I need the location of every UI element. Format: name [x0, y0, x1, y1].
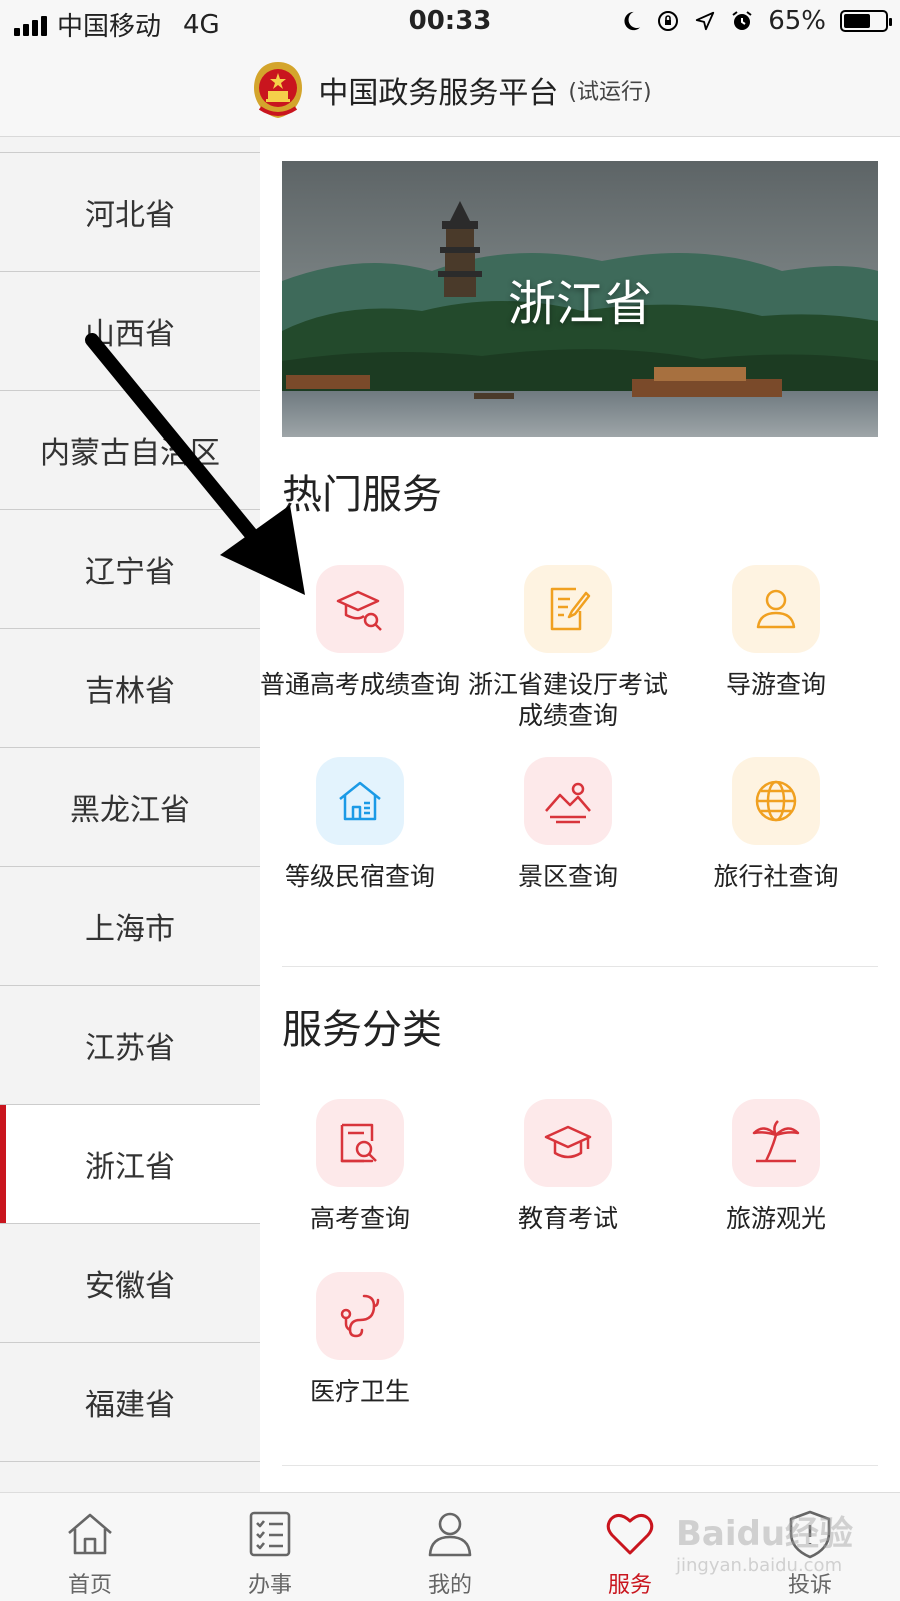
service-label: 旅行社查询 [713, 862, 839, 891]
tab-label: 服务 [607, 1573, 652, 1598]
sidebar-item-heilongjiang[interactable]: 黑龙江省 [0, 748, 260, 867]
watermark-url: jingyan.baidu.com [676, 1555, 843, 1576]
service-label: 等级民宿查询 [284, 862, 435, 891]
province-sidebar: 河北省 山西省 内蒙古自治区 辽宁省 吉林省 黑龙江省 上海市 江苏省 浙江省 … [0, 137, 260, 1492]
category-gaokao[interactable]: 高考查询 [260, 1099, 460, 1234]
alarm-icon [732, 11, 752, 30]
location-icon [696, 11, 715, 31]
baidu-watermark: Baidu经验 jingyan.baidu.com [676, 1506, 853, 1576]
tab-label: 我的 [427, 1573, 472, 1598]
category-label: 高考查询 [309, 1204, 410, 1233]
hot-services-title: 热门服务 [282, 472, 442, 518]
sidebar-item-jilin[interactable]: 吉林省 [0, 629, 260, 748]
sidebar-item-label: 内蒙古自治区 [40, 436, 220, 471]
stethoscope-icon [316, 1272, 404, 1360]
battery-icon [840, 10, 892, 32]
service-scenic-area[interactable]: 景区查询 [468, 757, 668, 892]
sidebar-item-label: 辽宁省 [85, 555, 175, 590]
service-label: 导游查询 [725, 670, 826, 699]
sidebar-item-anhui[interactable]: 安徽省 [0, 1224, 260, 1343]
graduation-cap-icon [524, 1099, 612, 1187]
graduation-search-icon [316, 565, 404, 653]
home-icon [68, 1513, 112, 1555]
national-emblem-icon [254, 62, 303, 118]
sidebar-item-shanxi[interactable]: 山西省 [0, 272, 260, 391]
service-travel-agency[interactable]: 旅行社查询 [676, 757, 876, 892]
service-tour-guide[interactable]: 导游查询 [676, 565, 876, 700]
section-divider [282, 1465, 878, 1466]
tab-home[interactable]: 首页 [0, 1493, 180, 1601]
sidebar-item-hebei[interactable]: 河北省 [0, 153, 260, 272]
service-label: 浙江省建设厅考试成绩查询 [468, 670, 669, 730]
main-content: 浙江省 热门服务 普通高考成绩查询 浙江省建设厅考试成绩查询 导游查询 等级民宿… [260, 137, 900, 1492]
sidebar-item-label: 河北省 [85, 198, 175, 233]
service-label: 普通高考成绩查询 [260, 670, 461, 699]
heart-icon [606, 1514, 654, 1555]
sidebar-item-label: 江苏省 [85, 1031, 175, 1066]
mountain-icon [524, 757, 612, 845]
tab-label: 办事 [247, 1573, 292, 1598]
sidebar-item-jiangsu[interactable]: 江苏省 [0, 986, 260, 1105]
sidebar-item-label: 上海市 [85, 912, 175, 947]
sidebar-item-label: 吉林省 [85, 674, 175, 709]
status-bar: 中国移动 4G 00:33 65% [0, 0, 900, 44]
watermark-text: Baidu经验 [676, 1514, 854, 1554]
edit-document-icon [524, 565, 612, 653]
user-icon [428, 1512, 472, 1557]
tab-mine[interactable]: 我的 [360, 1493, 540, 1601]
rotation-lock-icon [658, 11, 679, 31]
category-label: 医疗卫生 [309, 1377, 410, 1406]
sidebar-item-label: 黑龙江省 [70, 793, 190, 828]
app-subtitle: (试运行) [568, 80, 652, 105]
tab-label: 首页 [67, 1573, 112, 1598]
service-gaokao-score[interactable]: 普通高考成绩查询 [260, 565, 460, 700]
globe-icon [732, 757, 820, 845]
category-medical[interactable]: 医疗卫生 [260, 1272, 460, 1407]
checklist-icon [249, 1511, 291, 1557]
app-title: 中国政务服务平台 [318, 76, 559, 111]
sidebar-item-inner-mongolia[interactable]: 内蒙古自治区 [0, 391, 260, 510]
sidebar-item-fujian[interactable]: 福建省 [0, 1343, 260, 1462]
sidebar-item-label: 山西省 [85, 317, 175, 352]
sidebar-item-label: 安徽省 [85, 1269, 175, 1304]
category-tourism[interactable]: 旅游观光 [676, 1099, 876, 1234]
tab-affairs[interactable]: 办事 [180, 1493, 360, 1601]
house-icon [316, 757, 404, 845]
service-construction-exam-score[interactable]: 浙江省建设厅考试成绩查询 [468, 565, 668, 731]
categories-title: 服务分类 [282, 1007, 442, 1053]
banner-title: 浙江省 [507, 276, 652, 332]
palm-tree-icon [732, 1099, 820, 1187]
sidebar-item-label: 福建省 [85, 1388, 175, 1423]
battery-percent: 65% [768, 6, 826, 36]
person-icon [732, 565, 820, 653]
section-divider [282, 966, 878, 967]
sidebar-item-zhejiang[interactable]: 浙江省 [0, 1105, 260, 1224]
category-education-exam[interactable]: 教育考试 [468, 1099, 668, 1234]
sidebar-item-shanghai[interactable]: 上海市 [0, 867, 260, 986]
service-homestay[interactable]: 等级民宿查询 [260, 757, 460, 892]
sidebar-item-label: 浙江省 [85, 1150, 175, 1185]
sidebar-top-divider [0, 137, 260, 153]
moon-icon [624, 11, 641, 31]
province-banner[interactable]: 浙江省 [282, 161, 878, 437]
sidebar-item-liaoning[interactable]: 辽宁省 [0, 510, 260, 629]
category-label: 教育考试 [517, 1204, 618, 1233]
search-document-icon [316, 1099, 404, 1187]
app-header: 中国政务服务平台 (试运行) [0, 44, 900, 137]
category-label: 旅游观光 [725, 1204, 826, 1233]
service-label: 景区查询 [517, 862, 618, 891]
